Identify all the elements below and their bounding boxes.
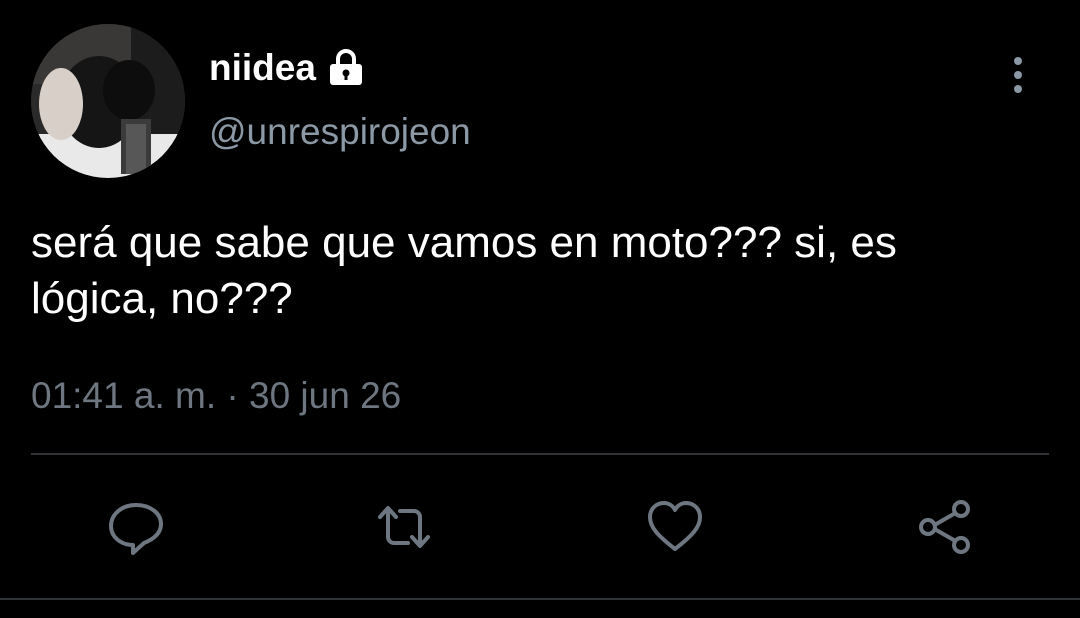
heart-icon xyxy=(648,501,702,551)
display-name-row: niidea xyxy=(209,40,368,94)
more-options-icon[interactable] xyxy=(996,54,1040,98)
user-handle[interactable]: @unrespirojeon xyxy=(209,110,471,154)
tweet-detail: niidea @unrespirojeon será que sabe que … xyxy=(0,0,1080,618)
reply-bubble-icon xyxy=(109,503,163,555)
avatar-photo xyxy=(31,24,185,178)
share-button[interactable] xyxy=(913,495,977,559)
divider-bottom xyxy=(0,598,1080,600)
retweet-button[interactable] xyxy=(372,495,436,559)
avatar[interactable] xyxy=(31,24,185,178)
divider xyxy=(31,453,1049,455)
reply-button[interactable] xyxy=(104,495,168,559)
lock-icon xyxy=(324,45,368,89)
tweet-text-line1: será que sabe que vamos en moto??? si, e… xyxy=(31,218,897,267)
like-button[interactable] xyxy=(643,495,707,559)
tweet-text-line2: lógica, no??? xyxy=(31,274,293,323)
retweet-icon xyxy=(378,506,430,548)
display-name[interactable]: niidea xyxy=(209,49,316,86)
tweet-timestamp[interactable]: 01:41 a. m. · 30 jun 26 xyxy=(31,374,401,418)
share-icon xyxy=(919,500,970,554)
tweet-text: será que sabe que vamos en moto??? si, e… xyxy=(31,215,1071,327)
